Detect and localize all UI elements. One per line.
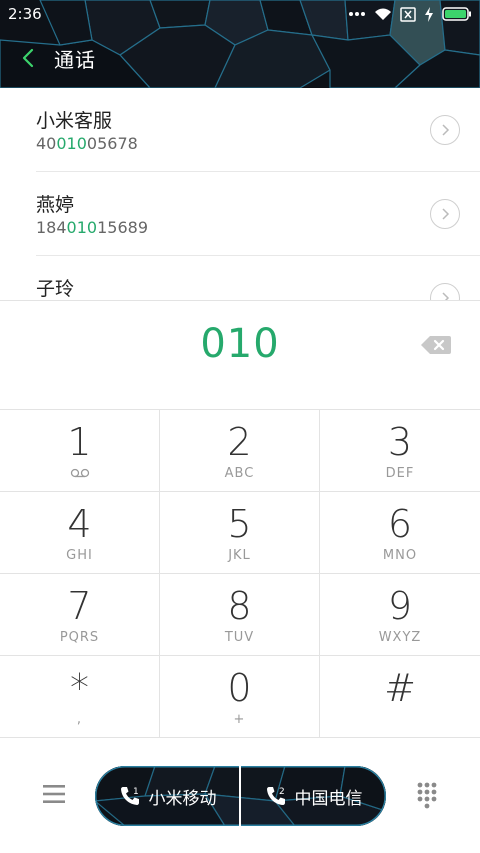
key-3[interactable]: 3 DEF	[320, 410, 480, 492]
key-1[interactable]: 1	[0, 410, 160, 492]
key-0[interactable]: 0 +	[160, 656, 320, 738]
chevron-right-icon	[442, 124, 450, 136]
contact-name: 燕婷	[36, 194, 75, 216]
svg-text:1: 1	[133, 787, 139, 797]
title-bar: 通话	[0, 36, 480, 80]
contact-number: 18401015689	[36, 218, 148, 237]
contact-number: 4001005678	[36, 134, 138, 153]
key-star[interactable]: * ,	[0, 656, 160, 738]
status-bar: 2:36	[0, 0, 480, 28]
key-9[interactable]: 9 WXYZ	[320, 574, 480, 656]
chevron-left-icon[interactable]	[18, 47, 40, 69]
key-4[interactable]: 4 GHI	[0, 492, 160, 574]
key-8[interactable]: 8 TUV	[160, 574, 320, 656]
key-hash[interactable]: #	[320, 656, 480, 738]
dual-sim-call-buttons: 1 小米移动 2 中国电信	[95, 766, 386, 826]
backspace-icon[interactable]	[420, 333, 452, 357]
key-6[interactable]: 6 MNO	[320, 492, 480, 574]
chevron-right-icon	[442, 208, 450, 220]
menu-icon[interactable]	[42, 783, 66, 805]
list-item[interactable]: 子玲	[36, 256, 480, 300]
phone-sim1-icon: 1	[120, 787, 139, 805]
call-sim1-button[interactable]: 1 小米移动	[95, 766, 240, 826]
contact-name: 子玲	[36, 278, 75, 300]
voicemail-icon	[70, 468, 90, 478]
list-item[interactable]: 燕婷 18401015689	[36, 172, 480, 256]
bottom-bar: 1 小米移动 2 中国电信	[0, 739, 480, 853]
key-7[interactable]: 7 PQRS	[0, 574, 160, 656]
wifi-icon	[375, 8, 391, 20]
charging-icon	[425, 6, 433, 22]
dial-input[interactable]: 010	[0, 321, 480, 367]
contact-detail-button[interactable]	[430, 199, 460, 229]
search-results-list: 小米客服 4001005678 燕婷 18401015689 子玲	[0, 88, 480, 300]
page-title: 通话	[54, 47, 96, 72]
call-sim2-button[interactable]: 2 中国电信	[241, 766, 386, 826]
status-time: 2:36	[8, 5, 42, 23]
sim1-label: 小米移动	[148, 788, 217, 809]
dial-input-area: 010	[0, 300, 480, 410]
chevron-right-icon	[442, 292, 450, 300]
battery-icon	[442, 7, 471, 21]
key-2[interactable]: 2 ABC	[160, 410, 320, 492]
contact-detail-button[interactable]	[430, 115, 460, 145]
contact-detail-button[interactable]	[430, 283, 460, 300]
svg-text:2: 2	[279, 787, 285, 797]
sim2-label: 中国电信	[294, 788, 363, 809]
keypad-toggle-icon[interactable]	[416, 781, 438, 809]
list-item[interactable]: 小米客服 4001005678	[36, 88, 480, 172]
no-sim-icon	[400, 6, 416, 22]
keypad: 1 2 ABC 3 DEF 4 GHI 5 JKL 6 MNO 7 PQRS 8…	[0, 409, 480, 739]
more-dots-icon	[349, 12, 365, 16]
contact-name: 小米客服	[36, 110, 113, 132]
header: 2:36 通话	[0, 0, 480, 88]
phone-sim2-icon: 2	[266, 787, 285, 805]
key-5[interactable]: 5 JKL	[160, 492, 320, 574]
